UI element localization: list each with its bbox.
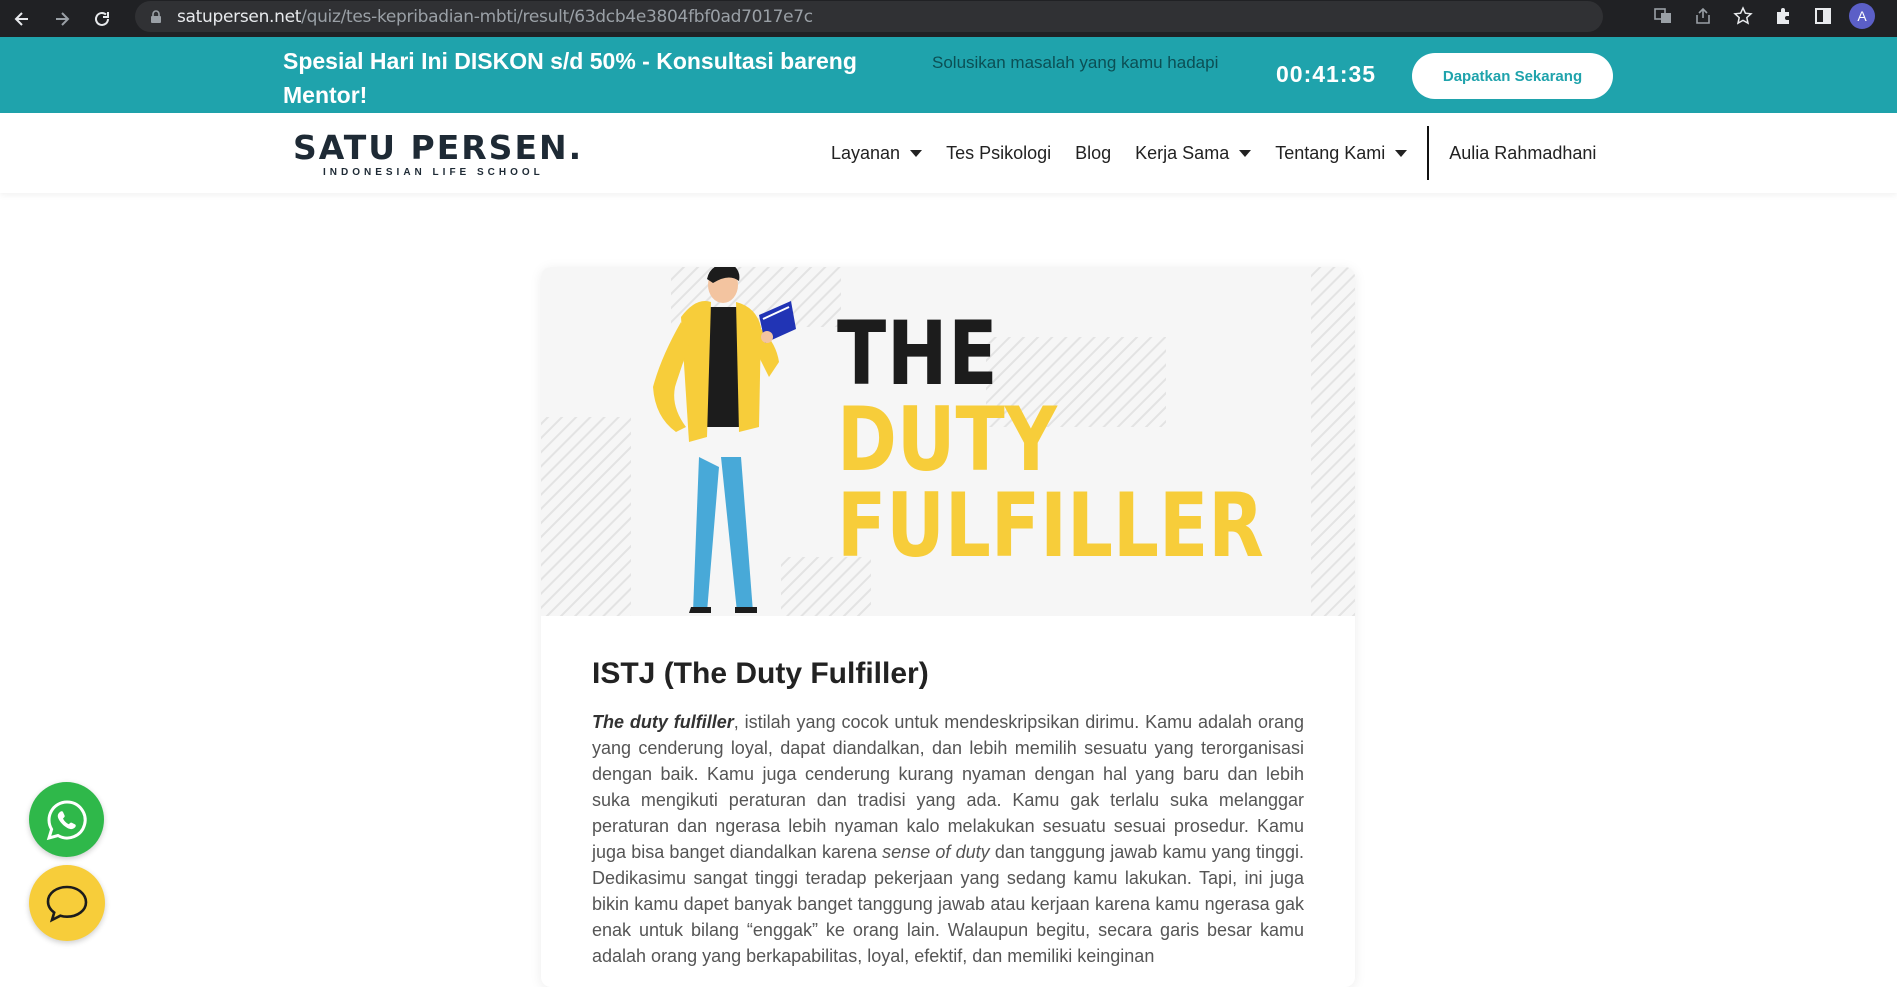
logo-main-text: SATU PERSEN. xyxy=(293,128,584,167)
back-icon xyxy=(14,11,28,26)
result-description: The duty fulfiller, istilah yang cocok u… xyxy=(592,709,1304,969)
reload-icon xyxy=(95,11,109,26)
back-button[interactable] xyxy=(4,4,40,34)
lock-icon xyxy=(151,9,161,23)
chat-button[interactable] xyxy=(29,865,105,941)
nav-label: Kerja Sama xyxy=(1135,142,1230,163)
nav-item-tentang-kami[interactable]: Tentang Kami xyxy=(1275,142,1408,164)
url-path: /quiz/tes-kepribadian-mbti/result/63dcb4… xyxy=(301,6,813,27)
forward-button[interactable] xyxy=(44,4,80,34)
logo-tagline: INDONESIAN LIFE SCHOOL xyxy=(323,167,544,178)
extensions-icon xyxy=(1777,8,1789,24)
bookmark-button[interactable] xyxy=(1723,1,1763,31)
whatsapp-icon xyxy=(46,799,87,840)
whatsapp-button[interactable] xyxy=(29,782,104,857)
address-bar[interactable]: satupersen.net/quiz/tes-kepribadian-mbti… xyxy=(135,1,1603,32)
countdown-timer: 00:41:35 xyxy=(1276,61,1377,87)
result-card: THE DUTY FULFILLER ISTJ (The Duty Fulfil… xyxy=(541,267,1355,987)
nav-divider xyxy=(1427,126,1430,180)
main-nav: Layanan Tes Psikologi Blog Kerja Sama Te… xyxy=(831,113,1596,193)
browser-toolbar: satupersen.net/quiz/tes-kepribadian-mbti… xyxy=(0,0,1897,37)
nav-item-kerja-sama[interactable]: Kerja Sama xyxy=(1135,142,1252,164)
caret-down-icon xyxy=(1395,149,1408,157)
side-panel-button[interactable] xyxy=(1803,1,1843,31)
url-host: satupersen.net xyxy=(177,6,302,27)
translate-icon xyxy=(1654,8,1671,23)
nav-item-blog[interactable]: Blog xyxy=(1075,143,1111,164)
extensions-button[interactable] xyxy=(1763,1,1803,31)
translate-button[interactable] xyxy=(1643,1,1683,31)
result-lead: The duty fulfiller xyxy=(592,712,734,732)
share-button[interactable] xyxy=(1683,1,1723,31)
site-logo[interactable]: SATU PERSEN. INDONESIAN LIFE SCHOOL xyxy=(293,128,584,179)
nav-item-tes-psikologi[interactable]: Tes Psikologi xyxy=(946,143,1051,164)
result-title: ISTJ (The Duty Fulfiller) xyxy=(592,657,929,690)
result-text-part1: , istilah yang cocok untuk mendeskripsik… xyxy=(592,712,1304,862)
promo-cta-button[interactable]: Dapatkan Sekarang xyxy=(1412,53,1613,99)
share-icon xyxy=(1696,7,1710,24)
nav-label: Tes Psikologi xyxy=(946,142,1052,163)
star-icon xyxy=(1733,6,1753,25)
reload-button[interactable] xyxy=(84,4,120,34)
promo-title: Spesial Hari Ini DISKON s/d 50% - Konsul… xyxy=(283,48,857,108)
hero-text-duty: DUTY xyxy=(837,388,1057,491)
nav-label: Layanan xyxy=(831,142,901,163)
hero-text-the: THE xyxy=(837,302,999,405)
hero-text-fulfiller: FULFILLER xyxy=(837,474,1264,577)
hero-illustration: THE DUTY FULFILLER xyxy=(541,267,1355,616)
nav-label: Blog xyxy=(1075,142,1112,163)
profile-avatar[interactable]: A xyxy=(1849,3,1875,29)
reading-person-illustration xyxy=(653,267,796,613)
promo-banner: Spesial Hari Ini DISKON s/d 50% - Konsul… xyxy=(0,37,1897,113)
nav-item-layanan[interactable]: Layanan xyxy=(831,142,923,164)
caret-down-icon xyxy=(910,149,923,157)
sidepanel-icon xyxy=(1815,8,1831,24)
chat-icon xyxy=(46,885,88,923)
nav-label: Tentang Kami xyxy=(1275,142,1386,163)
promo-subtitle: Solusikan masalah yang kamu hadapi xyxy=(932,53,1219,72)
caret-down-icon xyxy=(1239,149,1252,157)
site-header: SATU PERSEN. INDONESIAN LIFE SCHOOL Laya… xyxy=(0,113,1897,193)
user-name-link[interactable]: Aulia Rahmadhani xyxy=(1449,143,1596,164)
forward-icon xyxy=(56,11,70,26)
url-text: satupersen.net/quiz/tes-kepribadian-mbti… xyxy=(177,7,813,27)
result-emphasis: sense of duty xyxy=(882,842,990,862)
